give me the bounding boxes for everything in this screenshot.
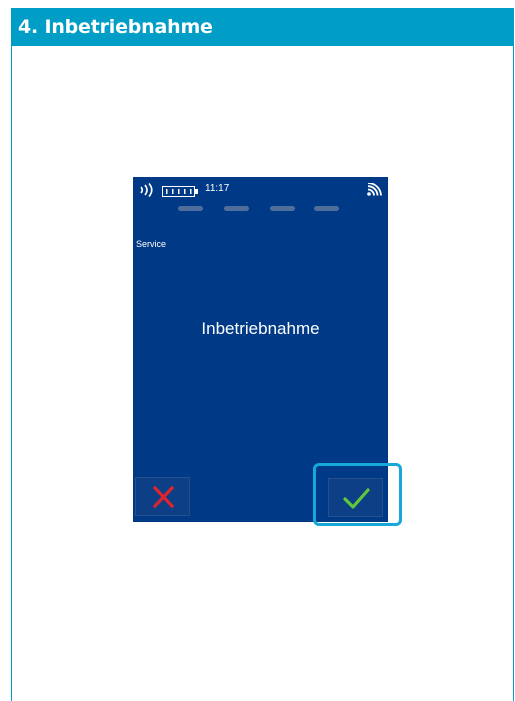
pin-dot [178,206,203,211]
screen-title: Inbetriebnahme [201,319,320,338]
pin-dot [270,206,295,211]
pin-indicator [178,206,348,212]
menu-label: Service [136,239,167,249]
clock-time: 11:17 [205,183,230,194]
confirm-button-highlight [313,463,402,526]
status-bar: 11:17 [133,177,388,203]
frame-left-border [11,46,12,701]
frame-right-border [513,46,514,701]
manual-page: 4. Inbetriebnahme 11:17 Service Inbetrie… [0,0,515,701]
contactless-icon [138,182,156,198]
pin-dot [314,206,339,211]
signal-icon [367,182,382,196]
cancel-button[interactable] [135,477,190,516]
pin-dot [224,206,249,211]
battery-icon [162,184,199,197]
section-header: 4. Inbetriebnahme [11,8,514,46]
section-title: 4. Inbetriebnahme [18,16,213,38]
